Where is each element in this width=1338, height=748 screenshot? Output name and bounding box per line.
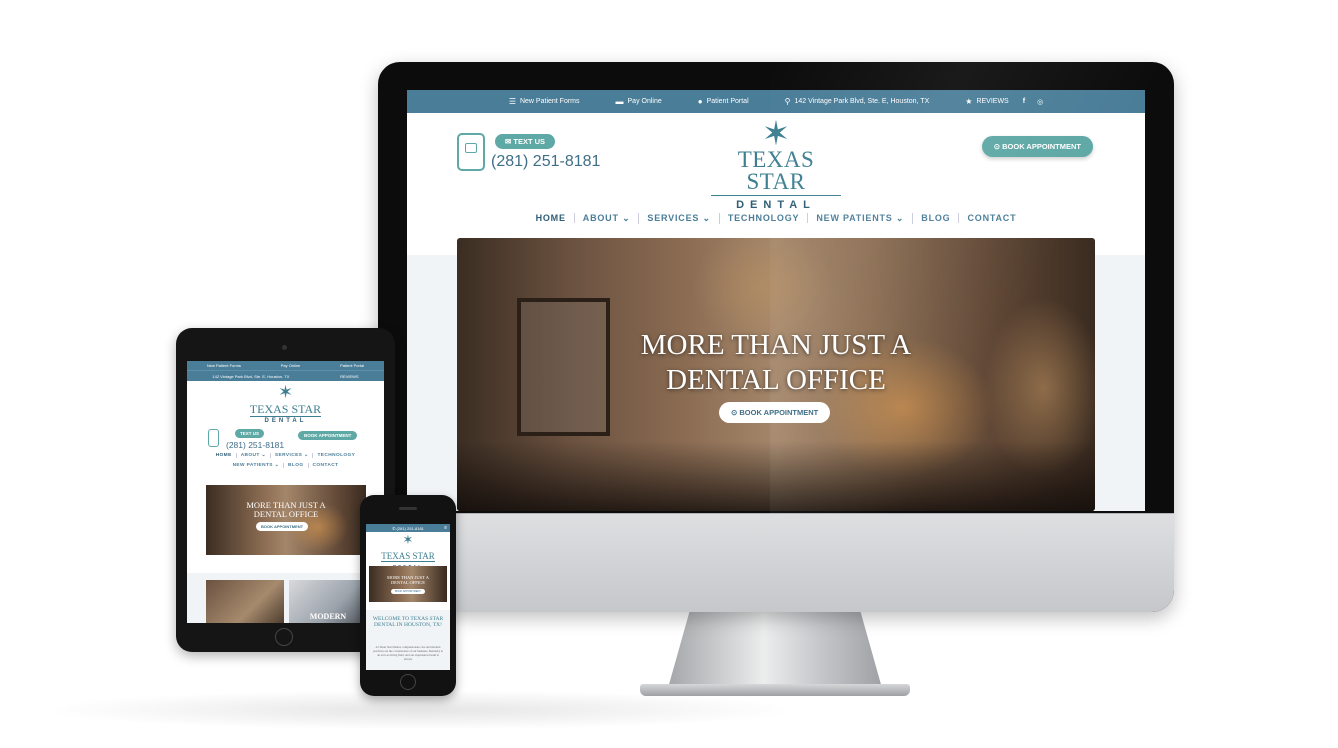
tablet-text-us-button[interactable]: TEXT US <box>235 429 265 438</box>
desktop-monitor: ☰ New Patient Forms ▬ Pay Online ● Patient … <box>378 62 1174 612</box>
tablet-hero-title: MORE THAN JUST A DENTAL OFFICE <box>246 500 326 519</box>
reviews-link[interactable]: ★ REVIEWS f ◎ <box>965 96 1043 106</box>
tablet-nav-about[interactable]: ABOUT ⌄ <box>236 453 271 458</box>
tablet-new-patient-forms[interactable]: New Patient Forms <box>207 363 241 368</box>
text-us-button[interactable]: ✉ TEXT US <box>495 134 556 149</box>
tablet-phone-number[interactable]: (281) 251-8181 <box>226 440 284 450</box>
tablet-nav-technology[interactable]: TECHNOLOGY <box>313 453 359 458</box>
phone-hero-banner: MORE THAN JUST A DENTAL OFFICE BOOK APPO… <box>369 566 447 602</box>
monitor-chin <box>378 513 1174 612</box>
instagram-icon[interactable]: ◎ <box>1037 98 1043 106</box>
address-link[interactable]: ⚲ 142 Vintage Park Blvd, Ste. E, Houston,… <box>784 96 930 106</box>
nav-services[interactable]: SERVICES ⌄ <box>639 212 720 224</box>
phone-contact: ✉ TEXT US (281) 251-8181 <box>457 133 600 171</box>
tablet-feature-card[interactable] <box>206 580 284 623</box>
star-logo-icon: ✶ <box>761 115 791 153</box>
credit-card-icon: ▬ <box>615 96 624 106</box>
tablet-pay-online[interactable]: Pay Online <box>281 363 301 368</box>
tablet-nav-services[interactable]: SERVICES ⌄ <box>270 453 314 458</box>
hero-book-appointment-button[interactable]: ⊙ BOOK APPOINTMENT <box>719 402 831 423</box>
phone-screen: ✆ (281) 251-8181 ≡ ✶ TEXAS STAR DENTAL M… <box>366 524 450 670</box>
phone-number-link[interactable]: (281) 251-8181 <box>491 153 600 171</box>
tablet-hero-banner: MORE THAN JUST A DENTAL OFFICE BOOK APPO… <box>206 485 366 555</box>
tablet-nav-home[interactable]: HOME <box>211 453 237 458</box>
tablet-screen: New Patient Forms Pay Online Patient Por… <box>187 361 384 623</box>
phone-star-logo-icon: ✶ <box>402 532 414 547</box>
phone-topbar: ✆ (281) 251-8181 ≡ <box>366 524 450 532</box>
tablet-topbar-row2: 142 Vintage Park Blvd, Ste. E, Houston, … <box>187 370 384 381</box>
phone-hero-title: MORE THAN JUST A DENTAL OFFICE <box>387 575 429 585</box>
phone-hero-button[interactable]: BOOK APPOINTMENT <box>391 589 425 594</box>
monitor-stand-base <box>640 684 910 696</box>
nav-new-patients[interactable]: NEW PATIENTS ⌄ <box>808 212 914 224</box>
new-patient-forms-link[interactable]: ☰ New Patient Forms <box>508 96 580 106</box>
list-icon: ☰ <box>508 96 516 106</box>
tablet-feature-card-modern[interactable]: MODERN <box>289 580 367 623</box>
tablet-phone-icon <box>208 429 219 447</box>
nav-blog[interactable]: BLOG <box>913 213 960 223</box>
desktop-header: ✉ TEXT US (281) 251-8181 ✶ TEXAS STAR DE… <box>407 113 1145 213</box>
tablet-patient-portal[interactable]: Patient Portal <box>340 363 364 368</box>
hero-title: MORE THAN JUST A DENTAL OFFICE <box>640 329 912 396</box>
tablet-nav-contact[interactable]: CONTACT <box>309 463 343 468</box>
patient-portal-link[interactable]: ● Patient Portal <box>697 96 749 106</box>
tablet-nav-blog[interactable]: BLOG <box>284 463 309 468</box>
desktop-topbar: ☰ New Patient Forms ▬ Pay Online ● Patient … <box>407 90 1145 113</box>
facebook-icon[interactable]: f <box>1023 98 1025 105</box>
tablet-hero-button[interactable]: BOOK APPOINTMENT <box>256 522 309 531</box>
desktop-screen: ☰ New Patient Forms ▬ Pay Online ● Patient … <box>407 90 1145 511</box>
nav-about[interactable]: ABOUT ⌄ <box>575 212 640 224</box>
tablet-camera <box>282 345 287 350</box>
book-appointment-button[interactable]: ⊙ BOOK APPOINTMENT <box>981 136 1093 157</box>
monitor-stand-neck <box>668 612 882 688</box>
tablet-topbar-row1: New Patient Forms Pay Online Patient Por… <box>187 361 384 370</box>
phone-home-button <box>400 674 416 690</box>
site-logo[interactable]: ✶ TEXAS STAR DENTAL <box>711 115 841 211</box>
phone-intro-paragraph: At Texas Star Dental, compassionate care… <box>373 645 443 661</box>
tablet-reviews[interactable]: REVIEWS <box>340 374 358 379</box>
tablet-contact-row: TEXT US (281) 251-8181 BOOK APPOINTMENT <box>187 429 384 451</box>
map-pin-icon: ⚲ <box>784 96 791 106</box>
tablet-nav-new-patients[interactable]: NEW PATIENTS ⌄ <box>228 463 285 468</box>
nav-home[interactable]: HOME <box>528 213 575 223</box>
tablet-book-appointment-button[interactable]: BOOK APPOINTMENT <box>298 431 358 440</box>
nav-technology[interactable]: TECHNOLOGY <box>720 213 809 223</box>
phone-device: ✆ (281) 251-8181 ≡ ✶ TEXAS STAR DENTAL M… <box>360 495 456 696</box>
phone-chat-icon <box>457 133 485 171</box>
tablet-home-button <box>275 628 293 646</box>
hamburger-menu-icon[interactable]: ≡ <box>444 525 447 531</box>
star-icon: ★ <box>965 96 973 106</box>
floor-shadow <box>40 690 800 730</box>
phone-speaker <box>399 507 417 510</box>
user-icon: ● <box>697 96 703 106</box>
pay-online-link[interactable]: ▬ Pay Online <box>615 96 662 106</box>
tablet-address[interactable]: 142 Vintage Park Blvd, Ste. E, Houston, … <box>212 374 289 379</box>
nav-contact[interactable]: CONTACT <box>959 213 1024 223</box>
hero-banner: MORE THAN JUST A DENTAL OFFICE ⊙ BOOK AP… <box>457 238 1095 511</box>
tablet-logo[interactable]: ✶ TEXAS STAR DENTAL <box>187 382 384 424</box>
tablet-star-logo-icon: ✶ <box>277 382 294 402</box>
tablet-nav: HOME ABOUT ⌄ SERVICES ⌄ TECHNOLOGY NEW PATI… <box>187 451 384 471</box>
phone-call-link[interactable]: ✆ (281) 251-8181 <box>392 526 424 531</box>
phone-welcome-heading: WELCOME TO TEXAS STAR DENTAL IN HOUSTON,… <box>372 616 444 628</box>
phone-logo[interactable]: ✶ TEXAS STAR DENTAL <box>366 532 450 569</box>
